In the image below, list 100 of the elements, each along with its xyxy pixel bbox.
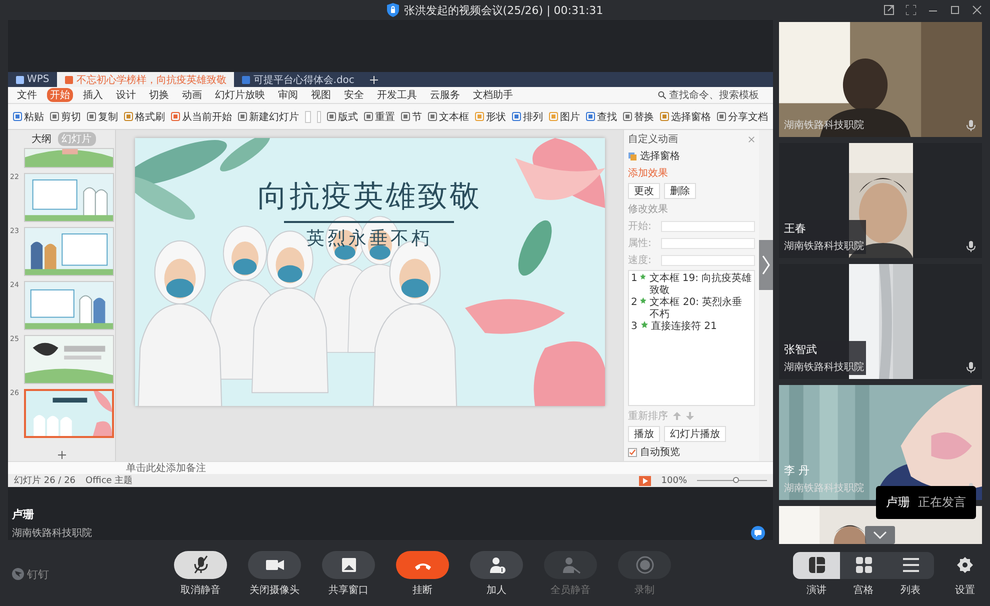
- ribbon-button[interactable]: 节: [401, 110, 422, 124]
- slide-title: 向抗疫英雄致敬: [257, 178, 482, 216]
- theme-name: Office 主题: [86, 474, 133, 487]
- menu-tab[interactable]: 设计: [113, 88, 139, 102]
- tool-icon: [475, 112, 484, 121]
- document-tab[interactable]: WPS: [8, 72, 58, 87]
- shield-icon: [386, 3, 399, 17]
- call-control-button[interactable]: [174, 551, 227, 579]
- ribbon-button[interactable]: 剪切: [50, 110, 81, 124]
- call-control-button[interactable]: [396, 551, 449, 579]
- popout-icon[interactable]: [884, 5, 894, 15]
- menu-tab[interactable]: 审阅: [275, 88, 301, 102]
- tool-icon: [87, 112, 96, 121]
- effect-item[interactable]: 直接连接符 21: [651, 321, 717, 332]
- menu-tab[interactable]: 文件: [14, 88, 40, 102]
- plus-icon[interactable]: [370, 76, 378, 84]
- section-label: 修改效果: [628, 203, 669, 216]
- call-control-button[interactable]: [322, 551, 375, 579]
- effect-item[interactable]: 文本框 19: 向抗疫英雄致敬: [649, 273, 752, 296]
- grid-icon: [854, 556, 872, 574]
- document-tab[interactable]: 可提平台心得体会.doc: [234, 72, 362, 87]
- call-control-button[interactable]: [470, 551, 523, 579]
- add-slide-icon[interactable]: [58, 451, 66, 459]
- ribbon-button[interactable]: 从当前开始: [171, 110, 232, 124]
- ribbon-button[interactable]: 粘贴: [13, 110, 44, 124]
- ribbon-button[interactable]: 版式: [327, 110, 358, 124]
- zoom-level[interactable]: 100%: [661, 476, 687, 486]
- ribbon-button[interactable]: 复制: [87, 110, 118, 124]
- button-label: 取消静音: [180, 584, 220, 597]
- tool-icon: [717, 112, 726, 121]
- list-icon: [902, 556, 920, 574]
- chat-icon[interactable]: [751, 526, 765, 540]
- tool-icon: [327, 112, 336, 121]
- fullscreen-icon[interactable]: [906, 5, 916, 15]
- checkbox-label: 自动预览: [640, 446, 680, 459]
- menu-tab[interactable]: 云服务: [427, 88, 463, 102]
- star-icon: [641, 321, 648, 328]
- notes-placeholder[interactable]: 单击此处添加备注: [126, 461, 206, 475]
- panel-button[interactable]: 更改: [628, 183, 660, 199]
- brand-name: 钉钉: [27, 566, 49, 582]
- maximize-icon[interactable]: [950, 5, 960, 15]
- tool-icon: [512, 112, 521, 121]
- ribbon-button[interactable]: 文本框: [428, 110, 469, 124]
- ribbon-button[interactable]: 查找: [586, 110, 617, 124]
- pane-tab[interactable]: 大纲: [28, 132, 56, 146]
- dropdown-field[interactable]: [661, 220, 755, 232]
- menu-tab[interactable]: 安全: [341, 88, 367, 102]
- effect-item[interactable]: 文本框 20: 英烈永垂不朽: [650, 297, 752, 320]
- ribbon-button[interactable]: 替换: [623, 110, 654, 124]
- effect-number: 2: [631, 297, 638, 308]
- checkbox[interactable]: [628, 448, 637, 456]
- search-field[interactable]: 查找命令、搜索模板: [658, 90, 767, 100]
- button-label: 设置: [955, 584, 975, 596]
- mute-people-icon: [560, 555, 580, 575]
- field-label: 速度:: [628, 254, 652, 267]
- ribbon-button[interactable]: 形状: [475, 110, 506, 124]
- field-label: 属性:: [628, 236, 652, 250]
- call-control-button[interactable]: [248, 551, 301, 579]
- chevron-down-icon[interactable]: [865, 526, 895, 544]
- record-icon: [634, 555, 654, 575]
- panel-button[interactable]: 删除: [664, 183, 696, 199]
- menu-tab[interactable]: 开发工具: [374, 88, 420, 102]
- ribbon-button[interactable]: 格式刷: [124, 110, 165, 124]
- close-icon[interactable]: [748, 136, 755, 142]
- effect-number: 1: [631, 273, 638, 284]
- selection-pane-link[interactable]: 选择窗格: [628, 149, 755, 163]
- menu-tab[interactable]: 文档助手: [470, 88, 516, 102]
- font-name-field[interactable]: [305, 110, 312, 122]
- tool-icon: [586, 112, 595, 121]
- dropdown-field[interactable]: [661, 238, 755, 248]
- button-label: 列表: [900, 584, 922, 596]
- close-icon[interactable]: [972, 5, 982, 15]
- participant-name: 王春: [784, 221, 807, 236]
- ribbon-button[interactable]: 排列: [512, 110, 543, 124]
- button-label: 录制: [634, 584, 654, 597]
- menu-tab[interactable]: 切换: [146, 88, 172, 102]
- slider-thumb[interactable]: [732, 477, 738, 483]
- ribbon-button[interactable]: 分享文档: [717, 110, 768, 124]
- tool-icon: [124, 112, 133, 121]
- window-title: 张洪发起的视频会议(25/26) | 00:31:31: [404, 2, 604, 18]
- play-button[interactable]: 播放: [628, 426, 660, 442]
- ribbon-button[interactable]: 选择窗格: [660, 110, 711, 124]
- menu-tab[interactable]: 插入: [80, 88, 106, 102]
- tool-icon: [238, 112, 247, 121]
- settings-icon: [957, 557, 973, 573]
- tool-icon: [401, 112, 410, 121]
- play-button[interactable]: 幻灯片播放: [664, 426, 726, 442]
- ribbon-button[interactable]: 新建幻灯片: [238, 110, 299, 124]
- play-slideshow-icon[interactable]: [639, 476, 652, 486]
- menu-tab[interactable]: 动画: [179, 88, 205, 102]
- button-label: 加人: [486, 584, 506, 597]
- font-size-field[interactable]: [317, 110, 321, 122]
- dropdown-field[interactable]: [661, 254, 755, 266]
- menu-tab[interactable]: 幻灯片放映: [212, 88, 268, 102]
- view-button[interactable]: [793, 552, 840, 578]
- participant-name: 张智武: [784, 342, 818, 357]
- document-icon: [16, 76, 24, 84]
- menu-tab[interactable]: 视图: [308, 88, 334, 102]
- ribbon-button[interactable]: 重置: [364, 110, 395, 124]
- ribbon-button[interactable]: 图片: [549, 110, 580, 124]
